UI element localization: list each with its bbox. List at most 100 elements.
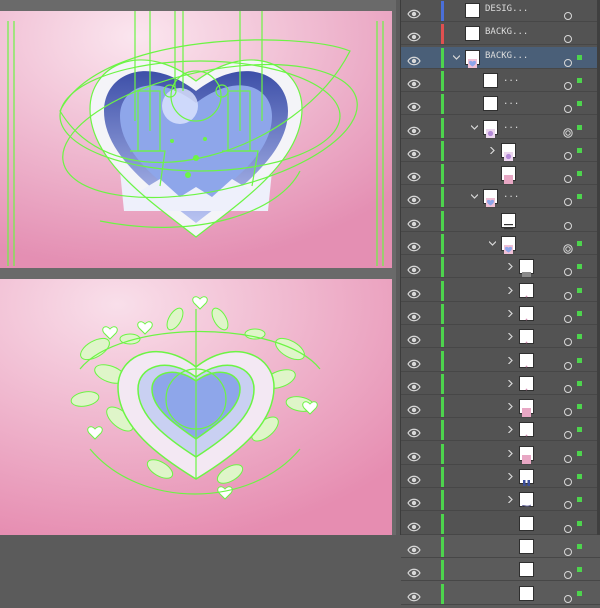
expand-arrow-icon[interactable] xyxy=(507,473,514,480)
layer-row[interactable] xyxy=(401,443,600,465)
visibility-eye-icon[interactable] xyxy=(407,308,421,322)
visibility-eye-icon[interactable] xyxy=(407,145,421,159)
layer-row[interactable]: ... xyxy=(401,186,600,209)
visibility-eye-icon[interactable] xyxy=(407,238,421,252)
target-circle-icon[interactable] xyxy=(563,379,573,393)
selection-square-indicator[interactable] xyxy=(577,54,582,60)
expand-arrow-icon[interactable] xyxy=(507,286,514,294)
target-circle-icon[interactable] xyxy=(563,6,573,20)
target-circle-icon[interactable] xyxy=(563,123,573,138)
selection-square-indicator[interactable] xyxy=(577,520,582,526)
expand-arrow-icon[interactable] xyxy=(507,426,514,434)
layer-name[interactable]: ... xyxy=(503,121,519,131)
selection-square-indicator[interactable] xyxy=(577,543,582,549)
layer-row[interactable] xyxy=(401,396,600,419)
visibility-eye-icon[interactable] xyxy=(407,5,421,19)
visibility-eye-icon[interactable] xyxy=(407,52,421,65)
selection-square-indicator[interactable] xyxy=(577,287,582,293)
target-circle-icon[interactable] xyxy=(563,169,573,184)
visibility-eye-icon[interactable] xyxy=(407,191,421,205)
layer-name[interactable]: DESIG... xyxy=(485,4,528,14)
layer-row[interactable] xyxy=(401,513,600,535)
visibility-eye-icon[interactable] xyxy=(407,588,421,601)
visibility-eye-icon[interactable] xyxy=(407,122,421,135)
target-circle-icon[interactable] xyxy=(563,402,573,417)
layer-name[interactable]: ... xyxy=(503,190,519,200)
selection-square-indicator[interactable] xyxy=(577,497,582,503)
visibility-eye-icon[interactable] xyxy=(407,424,421,438)
selection-square-indicator[interactable] xyxy=(577,241,582,246)
expand-arrow-icon[interactable] xyxy=(507,403,514,411)
selection-square-indicator[interactable] xyxy=(577,77,582,83)
target-circle-icon[interactable] xyxy=(563,425,573,440)
visibility-eye-icon[interactable] xyxy=(407,564,421,578)
visibility-eye-icon[interactable] xyxy=(407,75,421,89)
layer-row[interactable] xyxy=(401,373,600,395)
selection-square-indicator[interactable] xyxy=(577,334,582,340)
visibility-eye-icon[interactable] xyxy=(407,448,421,462)
layer-name[interactable]: ... xyxy=(503,97,519,107)
target-circle-icon[interactable] xyxy=(563,192,573,207)
layer-name[interactable]: BACKG... xyxy=(485,27,528,37)
selection-square-indicator[interactable] xyxy=(577,101,582,107)
selection-square-indicator[interactable] xyxy=(577,194,582,200)
selection-square-indicator[interactable] xyxy=(577,357,582,363)
canvas-area[interactable] xyxy=(0,0,396,535)
layer-row[interactable]: ... xyxy=(401,93,600,116)
target-circle-icon[interactable] xyxy=(563,309,573,323)
artboard-heart-couple[interactable] xyxy=(0,11,392,268)
target-circle-icon[interactable] xyxy=(563,495,573,510)
target-circle-icon[interactable] xyxy=(563,29,573,44)
selection-square-indicator[interactable] xyxy=(577,427,582,433)
target-circle-icon[interactable] xyxy=(563,519,573,533)
visibility-eye-icon[interactable] xyxy=(407,541,421,555)
expand-arrow-icon[interactable] xyxy=(507,356,514,364)
layer-row[interactable] xyxy=(401,163,600,186)
selection-square-indicator[interactable] xyxy=(577,171,582,177)
collapse-arrow-icon[interactable] xyxy=(471,124,478,131)
target-circle-icon[interactable] xyxy=(563,589,573,603)
layer-row[interactable] xyxy=(401,466,600,488)
target-circle-icon[interactable] xyxy=(563,542,573,556)
layer-row[interactable] xyxy=(401,419,600,442)
collapse-arrow-icon[interactable] xyxy=(489,240,496,247)
visibility-eye-icon[interactable] xyxy=(407,98,421,112)
layer-row[interactable] xyxy=(401,583,600,605)
visibility-eye-icon[interactable] xyxy=(407,355,421,368)
target-circle-icon[interactable] xyxy=(563,332,573,347)
selection-square-indicator[interactable] xyxy=(577,404,582,410)
target-circle-icon[interactable] xyxy=(563,286,573,300)
visibility-eye-icon[interactable] xyxy=(407,261,421,275)
visibility-eye-icon[interactable] xyxy=(407,285,421,298)
layer-row[interactable] xyxy=(401,303,600,325)
target-circle-icon[interactable] xyxy=(563,356,573,370)
layer-row[interactable]: ... xyxy=(401,70,600,92)
selection-square-indicator[interactable] xyxy=(577,474,582,479)
visibility-eye-icon[interactable] xyxy=(407,494,421,508)
layer-row[interactable]: DESIG... xyxy=(401,0,600,22)
layer-row[interactable] xyxy=(401,536,600,558)
visibility-eye-icon[interactable] xyxy=(407,331,421,345)
target-circle-icon[interactable] xyxy=(563,99,573,114)
selection-square-indicator[interactable] xyxy=(577,567,582,573)
visibility-eye-icon[interactable] xyxy=(407,168,421,182)
target-circle-icon[interactable] xyxy=(563,76,573,90)
layer-row[interactable] xyxy=(401,326,600,349)
layer-name[interactable]: ... xyxy=(503,74,519,84)
layer-row[interactable] xyxy=(401,210,600,232)
layer-row[interactable] xyxy=(401,350,600,372)
artboard-heart-floral[interactable] xyxy=(0,279,392,535)
visibility-eye-icon[interactable] xyxy=(407,378,421,392)
expand-arrow-icon[interactable] xyxy=(507,263,514,271)
layer-row[interactable] xyxy=(401,256,600,279)
selection-square-indicator[interactable] xyxy=(577,590,582,596)
layer-row[interactable] xyxy=(401,140,600,162)
layer-row[interactable]: BACKG... xyxy=(401,23,600,46)
layer-row[interactable] xyxy=(401,489,600,512)
layer-row[interactable]: ... xyxy=(401,117,600,139)
expand-arrow-icon[interactable] xyxy=(489,146,496,154)
layer-row[interactable]: BACKG... xyxy=(401,46,600,69)
layer-row[interactable] xyxy=(401,280,600,302)
layer-name[interactable]: BACKG... xyxy=(485,51,528,61)
selection-square-indicator[interactable] xyxy=(577,450,582,456)
